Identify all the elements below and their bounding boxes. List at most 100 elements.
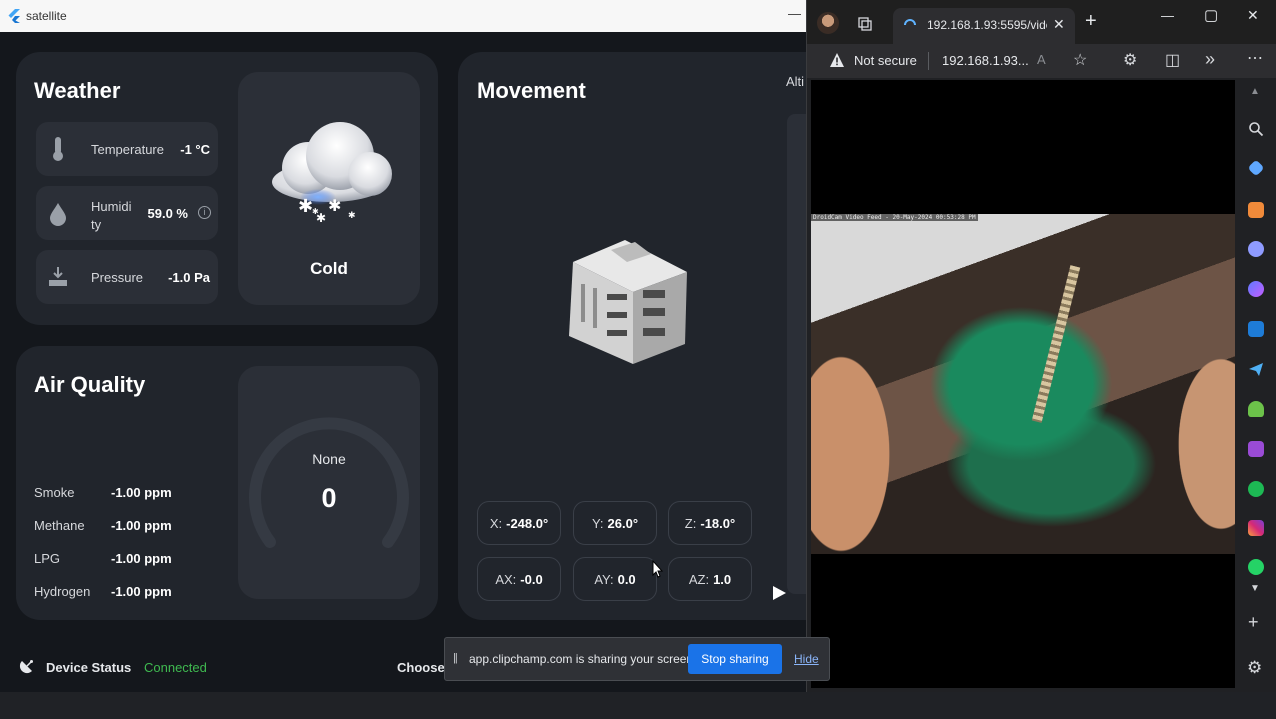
- games-icon[interactable]: [1248, 401, 1264, 417]
- lpg-value: -1.00 ppm: [111, 551, 172, 566]
- gauge-label: None: [312, 451, 346, 467]
- coord-az-label: AZ:: [688, 571, 710, 587]
- spotify-icon[interactable]: [1248, 481, 1264, 497]
- lpg-label: LPG: [34, 551, 61, 566]
- maximize-window-button[interactable]: ▢: [1204, 6, 1218, 24]
- extensions-icon[interactable]: ⚙: [1123, 50, 1137, 70]
- address-bar: Not secure 192.168.1.93... A ☆ ⚙ ◫ » ⋯: [807, 44, 1276, 78]
- add-sidebar-app-icon[interactable]: +: [1248, 612, 1259, 633]
- not-secure-label[interactable]: Not secure: [854, 53, 917, 68]
- taskbar: [0, 692, 1276, 719]
- snow-cloud-icon: ✱ ✱ ✱ ✱ ✱: [272, 122, 392, 222]
- coord-z-label: Z:: [684, 515, 697, 531]
- methane-value: -1.00 ppm: [111, 518, 172, 533]
- svg-text:✱: ✱: [348, 211, 356, 221]
- coord-x-label: X:: [489, 515, 503, 531]
- info-icon[interactable]: i: [198, 206, 211, 219]
- pin-header: [1031, 265, 1081, 423]
- weather-title: Weather: [34, 78, 121, 103]
- tab-strip: 192.168.1.93:5595/vide ✕ + — ▢ ✕: [807, 0, 1276, 44]
- send-icon[interactable]: [1248, 361, 1264, 377]
- satellite-3d-model: [569, 240, 687, 364]
- people-icon[interactable]: [1248, 241, 1264, 257]
- humidity-row: Humidi ty 59.0 % i: [36, 186, 218, 240]
- drag-handle-icon[interactable]: ||: [453, 652, 458, 664]
- satellite-dish-icon: [19, 660, 33, 674]
- profile-avatar[interactable]: [817, 12, 839, 34]
- weather-condition-panel: ✱ ✱ ✱ ✱ ✱ Cold: [238, 72, 420, 305]
- coord-ay-label: AY:: [594, 571, 614, 587]
- svg-text:✱: ✱: [328, 196, 341, 215]
- coord-z-value: -18.0°: [700, 515, 736, 531]
- mouse-cursor-icon: [652, 560, 664, 578]
- play-icon[interactable]: [772, 586, 786, 600]
- settings-menu-icon[interactable]: ⋯: [1247, 48, 1263, 68]
- coord-ax: AX: -0.0: [477, 557, 561, 601]
- sidebar-scroll-down-icon[interactable]: ▼: [1250, 583, 1260, 594]
- onenote-icon[interactable]: [1248, 441, 1264, 457]
- split-screen-icon[interactable]: ◫: [1165, 50, 1180, 70]
- browser-tab[interactable]: 192.168.1.93:5595/vide ✕: [893, 8, 1075, 44]
- more-tools-chevron-icon[interactable]: »: [1205, 49, 1215, 70]
- air-quality-gauge-panel: None 0: [238, 366, 420, 599]
- hide-share-bar-link[interactable]: Hide: [794, 652, 819, 666]
- sidebar-settings-icon[interactable]: ⚙: [1247, 658, 1262, 678]
- pressure-label: Pressure: [91, 270, 144, 285]
- choose-label[interactable]: Choose: [397, 660, 445, 675]
- movement-title: Movement: [477, 78, 586, 103]
- device-status-label: Device Status: [46, 660, 132, 675]
- water-drop-icon: [50, 203, 66, 226]
- collections-icon[interactable]: [1247, 159, 1265, 177]
- search-icon[interactable]: [1248, 121, 1264, 137]
- share-message: app.clipchamp.com is sharing your screen…: [469, 652, 697, 666]
- coord-az: AZ: 1.0: [668, 557, 752, 601]
- sidebar-scroll-up-icon[interactable]: ▲: [1250, 86, 1260, 97]
- tools-icon[interactable]: [1248, 202, 1264, 218]
- copilot-icon[interactable]: [1248, 281, 1264, 297]
- coord-y: Y: 26.0°: [573, 501, 657, 545]
- tab-title: 192.168.1.93:5595/vide: [927, 18, 1047, 32]
- hydrogen-label: Hydrogen: [34, 584, 91, 599]
- browser-window: 192.168.1.93:5595/vide ✕ + — ▢ ✕ Not sec…: [806, 0, 1276, 692]
- minimize-window-button[interactable]: —: [1161, 8, 1174, 23]
- address-divider: [928, 52, 929, 70]
- instagram-icon[interactable]: [1248, 520, 1264, 536]
- hydrogen-value: -1.00 ppm: [111, 584, 172, 599]
- temperature-row: Temperature -1 °C: [36, 122, 218, 176]
- video-overlay-text: DroidCam Video Feed - 20-May-2024 00:53:…: [811, 214, 978, 221]
- new-tab-button[interactable]: +: [1085, 10, 1097, 33]
- smoke-value: -1.00 ppm: [111, 485, 172, 500]
- pressure-icon: [49, 267, 67, 286]
- smoke-label: Smoke: [34, 485, 75, 500]
- close-window-button[interactable]: ✕: [1247, 7, 1259, 24]
- svg-text:✱: ✱: [298, 196, 313, 217]
- screen: satellite — Weather Temperature -1 °C Hu…: [0, 0, 1276, 719]
- stop-sharing-button[interactable]: Stop sharing: [688, 644, 782, 674]
- coord-x: X: -248.0°: [477, 501, 561, 545]
- whatsapp-icon[interactable]: [1248, 559, 1264, 575]
- weather-condition-label: Cold: [310, 259, 348, 278]
- video-page: DroidCam Video Feed - 20-May-2024 00:53:…: [811, 80, 1235, 688]
- altitude-partial-label: Alti: [786, 74, 805, 89]
- outlook-icon[interactable]: [1248, 321, 1264, 337]
- url-field[interactable]: 192.168.1.93...: [942, 53, 1029, 68]
- minimize-button[interactable]: —: [788, 6, 801, 21]
- loading-spinner-icon: [904, 19, 916, 26]
- device-status-value: Connected: [144, 660, 207, 675]
- coord-x-value: -248.0°: [506, 515, 549, 531]
- flutter-logo-icon: [8, 9, 20, 23]
- close-tab-icon[interactable]: ✕: [1053, 16, 1065, 33]
- warning-icon: [830, 53, 844, 67]
- read-aloud-icon[interactable]: A: [1037, 52, 1046, 67]
- air-quality-title: Air Quality: [34, 372, 146, 397]
- pressure-value: -1.0 Pa: [168, 270, 210, 285]
- favorite-star-icon[interactable]: ☆: [1073, 50, 1087, 70]
- coord-ay-value: 0.0: [617, 571, 636, 587]
- coord-ay: AY: 0.0: [573, 557, 657, 601]
- app-title: satellite: [26, 9, 67, 23]
- humidity-value: 59.0 %: [147, 206, 188, 221]
- workspaces-icon[interactable]: [857, 16, 873, 32]
- temperature-value: -1 °C: [180, 142, 210, 157]
- humidity-label: Humidi ty: [91, 199, 132, 232]
- coord-az-value: 1.0: [713, 571, 732, 587]
